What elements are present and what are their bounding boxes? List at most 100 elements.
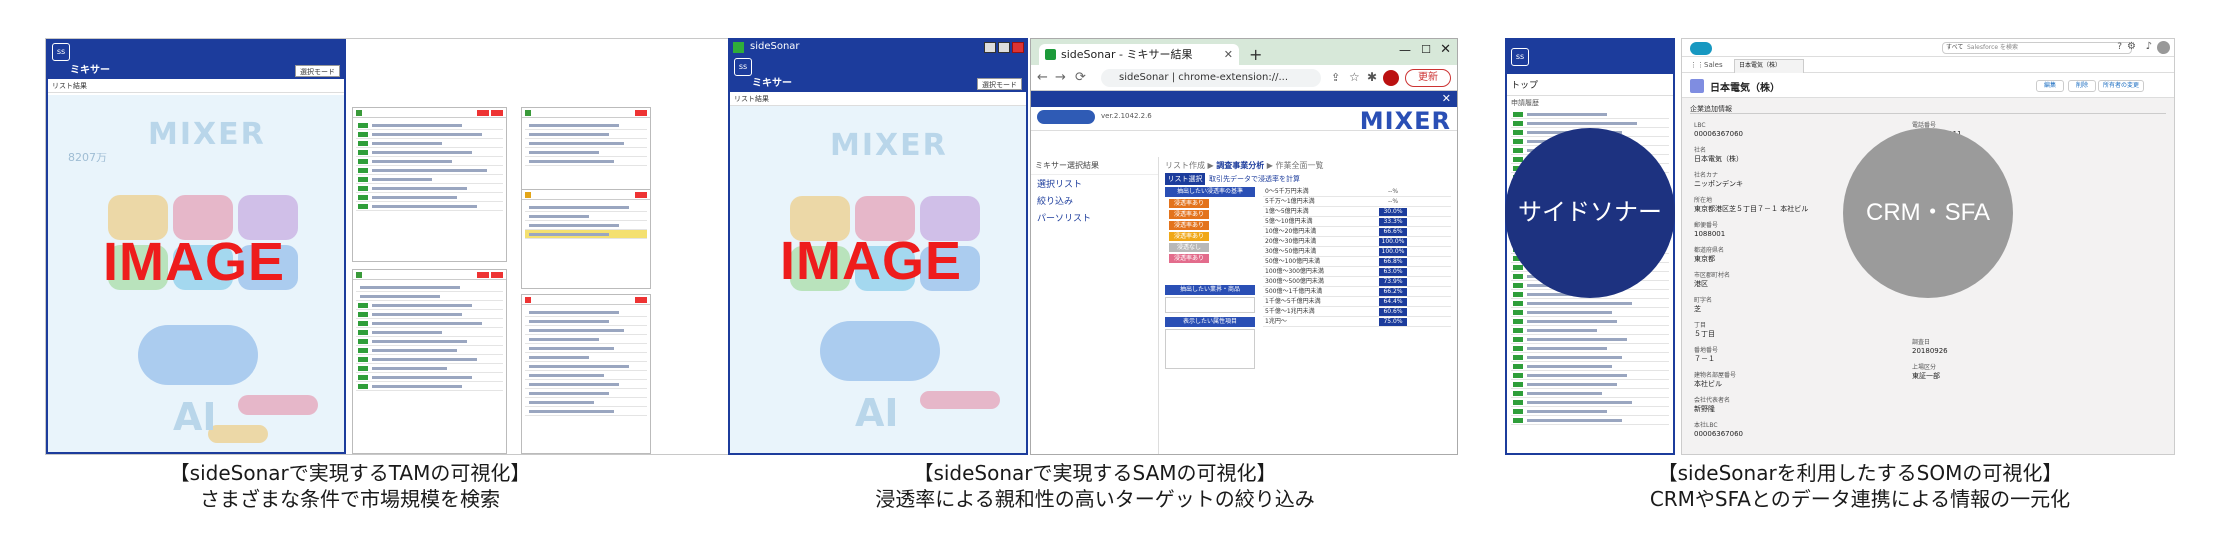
select-mode-button[interactable]: 選択モード: [977, 78, 1022, 90]
profile-avatar[interactable]: [1383, 70, 1399, 86]
rate-label: 300億〜500億円未満: [1265, 278, 1324, 285]
minimize-button[interactable]: [984, 42, 996, 53]
minimize-button[interactable]: —: [1399, 43, 1411, 57]
field-label: 町字名: [1694, 297, 1713, 304]
filter-box[interactable]: [1165, 297, 1255, 313]
field-label: 所在地: [1694, 197, 1713, 204]
penetration-chip[interactable]: 浸透率あり: [1169, 210, 1209, 219]
field-value: ７－１: [1694, 355, 1715, 363]
extension-icon[interactable]: ✱: [1367, 70, 1377, 84]
rate-row[interactable]: 10億〜20億円未満 66.6%: [1263, 227, 1451, 237]
rate-row[interactable]: 1千億〜5千億円未満 64.4%: [1263, 297, 1451, 307]
record-field: 建物名部屋番号 本社ビル: [1694, 372, 1894, 388]
search-scope[interactable]: すべて: [1946, 43, 1963, 53]
edit-button[interactable]: 編集: [2036, 80, 2064, 92]
app-name: Sales: [1704, 61, 1723, 69]
record-field: 町字名芝: [1694, 297, 1894, 313]
rate-row[interactable]: 50億〜100億円未満 66.8%: [1263, 257, 1451, 267]
record-header: 日本電気（株） 編集 削除 所有者の変更: [1682, 74, 2174, 98]
new-tab-icon[interactable]: +: [1249, 45, 1262, 64]
tam-caption: 【sideSonarで実現するTAMの可視化】 さまざまな条件で市場規模を検索: [60, 460, 640, 512]
mixer-tile: [920, 391, 1000, 409]
rate-row[interactable]: 500億〜1千億円未満 66.2%: [1263, 287, 1451, 297]
rate-row[interactable]: 5億〜10億円未満 33.3%: [1263, 217, 1451, 227]
maximize-button[interactable]: ☐: [1421, 43, 1431, 56]
rate-row[interactable]: 100億〜300億円未満 63.0%: [1263, 267, 1451, 277]
rate-row[interactable]: 30億〜50億円未満 100.0%: [1263, 247, 1451, 257]
close-button[interactable]: [1012, 42, 1024, 53]
select-mode-button[interactable]: 選択モード: [295, 65, 340, 77]
rate-value: 63.0%: [1379, 268, 1407, 276]
reload-icon[interactable]: ⟳: [1075, 70, 1086, 85]
crm-topbar: すべて Salesforce を検索 ? ⚙ ♪: [1682, 39, 2174, 57]
mixer-tile: [820, 321, 940, 381]
caption-title: 【sideSonarで実現するSAMの可視化】: [913, 461, 1277, 485]
field-label: 都道府県名: [1694, 247, 1725, 254]
field-value: ５丁目: [1694, 330, 1715, 338]
field-label: 市区郡町村名: [1694, 272, 1731, 279]
back-icon[interactable]: ←: [1037, 70, 1048, 85]
som-screenshot: ss トップ 申請履歴 すべて Salesforce を検索 ? ⚙ ♪ ⋮⋮ …: [1505, 38, 2175, 455]
share-icon[interactable]: ⇪: [1331, 71, 1340, 84]
bell-icon[interactable]: ♪: [2146, 41, 2152, 52]
breadcrumb-active[interactable]: 調査事業分析: [1216, 161, 1264, 170]
top-label: トップ: [1507, 74, 1673, 96]
forward-icon[interactable]: →: [1055, 70, 1066, 85]
mixer-word: MIXER: [148, 117, 266, 152]
rate-value: 33.3%: [1379, 218, 1407, 226]
help-icon[interactable]: ?: [2117, 42, 2122, 52]
penetration-chip[interactable]: 浸透率あり: [1169, 232, 1209, 241]
address-input[interactable]: sideSonar | chrome-extension://...: [1101, 69, 1321, 87]
ai-word: AI: [855, 391, 899, 435]
caption-title: 【sideSonarで実現するTAMの可視化】: [169, 461, 531, 485]
tab-list-select[interactable]: リスト選択: [1165, 173, 1205, 185]
caption-subtitle: CRMやSFAとのデータ連携による情報の一元化: [1649, 487, 2071, 511]
breadcrumb-step[interactable]: 作業全面一覧: [1276, 161, 1324, 170]
penetration-chip[interactable]: 浸透率あり: [1169, 199, 1209, 208]
record-tab[interactable]: 日本電気（株）: [1734, 59, 1804, 73]
breadcrumb-step[interactable]: リスト作成: [1165, 161, 1205, 170]
record-field: 調査日 20180926: [1912, 339, 2112, 355]
update-button[interactable]: 更新: [1405, 69, 1451, 87]
field-label: 調査日: [1912, 339, 1931, 346]
result-window: [521, 294, 651, 454]
rate-row[interactable]: 5千万〜1億円未満 --%: [1263, 197, 1451, 207]
result-tabs: リスト選択 取引先データで浸透率を計算: [1159, 173, 1457, 185]
close-tab-icon[interactable]: ✕: [1224, 44, 1233, 65]
circle-label: CRM・SFA: [1865, 199, 1990, 226]
rate-row[interactable]: 1兆円〜 75.0%: [1263, 317, 1451, 327]
filter-box[interactable]: [1165, 329, 1255, 369]
nav-link-person-list[interactable]: パーソリスト: [1031, 209, 1158, 226]
rate-row[interactable]: 5千億〜1兆円未満 60.6%: [1263, 307, 1451, 317]
rate-row[interactable]: 20億〜30億円未満 100.0%: [1263, 237, 1451, 247]
delete-button[interactable]: 削除: [2068, 80, 2096, 92]
field-label: 会社代表者名: [1694, 397, 1731, 404]
ai-word: AI: [173, 395, 217, 439]
rate-label: 5千万〜1億円未満: [1265, 198, 1315, 205]
maximize-button[interactable]: [998, 42, 1010, 53]
chip-list: 浸透率あり 浸透率あり 浸透率あり 浸透率あり 浸透なし 浸透率あり: [1165, 199, 1255, 263]
crm-app-nav: ⋮⋮ Sales 日本電気（株）: [1682, 57, 2174, 73]
rate-row[interactable]: 300億〜500億円未満 73.9%: [1263, 277, 1451, 287]
penetration-chip[interactable]: 浸透率あり: [1169, 221, 1209, 230]
rate-row[interactable]: 1億〜5億円未満 30.0%: [1263, 207, 1451, 217]
rate-row[interactable]: 0〜5千万円未満 --%: [1263, 187, 1451, 197]
change-owner-button[interactable]: 所有者の変更: [2098, 80, 2144, 92]
browser-tab[interactable]: sideSonar - ミキサー結果 ✕: [1039, 44, 1239, 65]
penetration-chip[interactable]: 浸透率あり: [1169, 254, 1209, 263]
gear-icon[interactable]: ⚙: [2127, 41, 2136, 52]
close-button[interactable]: ✕: [1440, 42, 1451, 57]
industry-filter: 抽出したい業界・商品: [1165, 285, 1255, 313]
browser-content: ミキサー選択結果 選択リスト 絞り込み パーソリスト リスト作成 ▶ 調査事業分…: [1031, 157, 1457, 454]
avatar[interactable]: [2157, 41, 2170, 54]
version-label: ver.2.1042.2.6: [1101, 112, 1152, 120]
field-label: 郵便番号: [1694, 222, 1719, 229]
nav-link-filter[interactable]: 絞り込み: [1031, 192, 1158, 209]
crm-search-input[interactable]: すべて Salesforce を検索: [1942, 42, 2132, 54]
section-title: 企業追加情報: [1690, 104, 2166, 114]
app-launcher-icon[interactable]: ⋮⋮: [1690, 57, 1704, 73]
close-icon[interactable]: ✕: [1442, 92, 1451, 105]
nav-link-selected-list[interactable]: 選択リスト: [1031, 175, 1158, 192]
penetration-chip[interactable]: 浸透なし: [1169, 243, 1209, 252]
star-icon[interactable]: ☆: [1349, 70, 1360, 84]
